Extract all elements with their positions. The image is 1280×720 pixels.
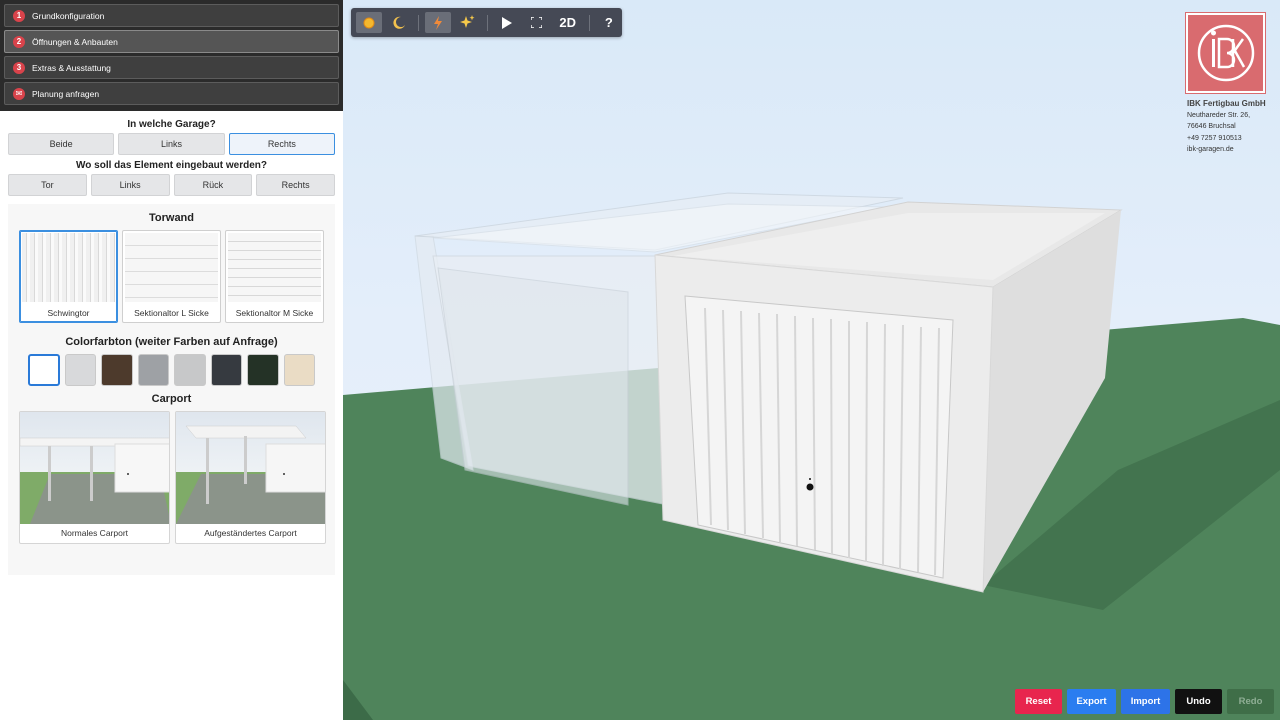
mail-icon: ✉ (13, 87, 25, 100)
garage-option-links[interactable]: Links (118, 133, 225, 155)
color-swatch-8[interactable] (283, 354, 316, 386)
position-option-rechts[interactable]: Rechts (256, 174, 335, 196)
position-option-rueck[interactable]: Rück (173, 174, 253, 196)
color-swatch-2[interactable] (64, 354, 97, 386)
sektionaltor-m-thumbnail (228, 233, 321, 302)
step-grundkonfiguration[interactable]: 1 Grundkonfiguration (4, 4, 339, 27)
step-number-badge: 3 (13, 61, 25, 74)
step-navigation: 1 Grundkonfiguration 2 Öffnungen & Anbau… (0, 0, 343, 111)
garage-option-beide[interactable]: Beide (8, 133, 115, 155)
toolbar-divider (588, 14, 590, 31)
aufgestaendert-carport-thumbnail (176, 412, 325, 524)
color-swatch-7[interactable] (247, 354, 279, 386)
undo-button[interactable]: Undo (1175, 689, 1222, 714)
door-option-label: Schwingtor (47, 308, 90, 318)
door-option-sektionaltor-l[interactable]: Sektionaltor L Sicke (122, 230, 221, 323)
step-label: Grundkonfiguration (32, 10, 105, 21)
garage-selection: In welche Garage? Beide Links Rechts Wo … (0, 119, 343, 196)
step-label: Öffnungen & Anbauten (32, 36, 118, 47)
door-option-label: Sektionaltor L Sicke (134, 308, 209, 318)
element-options-panel: Torwand Schwingtor Sektionaltor L Sicke … (8, 204, 335, 575)
company-city: 76646 Bruchsal (1187, 123, 1236, 130)
door-option-sektionaltor-m[interactable]: Sektionaltor M Sicke (225, 230, 324, 323)
day-mode-sun-icon[interactable] (356, 12, 383, 33)
import-button[interactable]: Import (1121, 689, 1170, 714)
night-mode-moon-icon[interactable] (385, 12, 411, 33)
configurator-app: 1 Grundkonfiguration 2 Öffnungen & Anbau… (0, 0, 1280, 720)
company-street: Neuthareder Str. 26, (1187, 111, 1251, 119)
fullscreen-icon[interactable] (523, 12, 549, 33)
position-option-links[interactable]: Links (90, 174, 170, 196)
step-number-badge: 2 (13, 35, 25, 48)
garage-question: In welche Garage? (127, 119, 216, 130)
color-swatch-1[interactable] (28, 354, 60, 386)
action-buttons: Reset Export Import Undo Redo (1015, 689, 1274, 714)
carport-option-normal[interactable]: Normales Carport (19, 411, 170, 544)
company-info: IBK Fertigbau GmbH Neuthareder Str. 26, … (1187, 98, 1266, 156)
step-label: Extras & Ausstattung (32, 62, 111, 73)
carport-option-aufgestaendert[interactable]: Aufgeständertes Carport (175, 411, 326, 544)
step-number-badge: 1 (13, 9, 25, 22)
carport-title: Carport (151, 393, 192, 405)
3d-viewport[interactable]: 2D ? IBK Fertigbau GmbH Neuthareder Str.… (343, 0, 1280, 720)
color-swatch-5[interactable] (174, 354, 206, 386)
color-swatch-3[interactable] (101, 354, 133, 386)
step-label: Planung anfragen (32, 88, 100, 99)
position-option-tor[interactable]: Tor (8, 174, 87, 196)
garage-3d-scene (343, 192, 1280, 720)
sparkles-icon[interactable] (454, 12, 480, 33)
color-swatch-4[interactable] (137, 354, 170, 386)
carport-option-label: Aufgeständertes Carport (204, 528, 297, 538)
company-web[interactable]: ibk-garagen.de (1187, 144, 1266, 156)
garage-option-rechts[interactable]: Rechts (228, 133, 335, 155)
help-button[interactable]: ? (596, 12, 622, 33)
view-toolbar: 2D ? (351, 8, 622, 37)
redo-button[interactable]: Redo (1227, 689, 1274, 714)
sektionaltor-l-thumbnail (125, 233, 218, 302)
color-swatch-6[interactable] (210, 354, 243, 386)
carport-option-label: Normales Carport (60, 528, 129, 538)
step-planung-anfragen[interactable]: ✉ Planung anfragen (4, 82, 339, 105)
ibk-logo (1185, 12, 1266, 94)
toolbar-divider (486, 14, 488, 31)
company-name: IBK Fertigbau GmbH (1187, 99, 1266, 108)
color-swatches (8, 354, 335, 386)
play-icon[interactable] (494, 12, 520, 33)
torwand-title: Torwand (148, 212, 194, 224)
schwingtor-thumbnail (22, 233, 115, 302)
view-2d-button[interactable]: 2D (553, 12, 583, 33)
toolbar-divider (417, 14, 419, 31)
config-sidebar: 1 Grundkonfiguration 2 Öffnungen & Anbau… (0, 0, 343, 720)
color-title: Colorfarbton (weiter Farben auf Anfrage) (65, 336, 278, 348)
company-phone: +49 7257 910513 (1187, 134, 1242, 142)
step-extras-ausstattung[interactable]: 3 Extras & Ausstattung (4, 56, 339, 79)
export-button[interactable]: Export (1067, 689, 1116, 714)
reset-button[interactable]: Reset (1015, 689, 1062, 714)
normal-carport-thumbnail (20, 412, 169, 524)
step-oeffnungen-anbauten[interactable]: 2 Öffnungen & Anbauten (4, 30, 339, 53)
lightning-icon[interactable] (424, 12, 452, 33)
door-option-label: Sektionaltor M Sicke (235, 308, 314, 318)
position-question: Wo soll das Element eingebaut werden? (76, 160, 267, 171)
door-option-schwingtor[interactable]: Schwingtor (19, 230, 118, 323)
